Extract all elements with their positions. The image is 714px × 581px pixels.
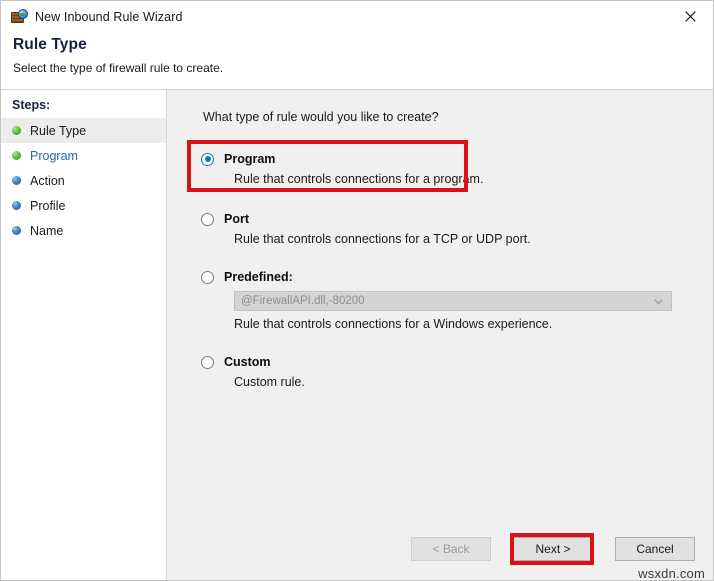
step-bullet-icon	[12, 126, 21, 135]
rule-type-options: Program Rule that controls connections f…	[187, 150, 697, 389]
option-description: Rule that controls connections for a pro…	[234, 172, 697, 186]
step-bullet-icon	[12, 176, 21, 185]
page-header: Rule Type Select the type of firewall ru…	[1, 32, 713, 89]
sidebar-item-rule-type[interactable]: Rule Type	[1, 118, 166, 143]
sidebar-item-name[interactable]: Name	[1, 218, 166, 243]
option-description: Rule that controls connections for a Win…	[234, 317, 697, 331]
window-title: New Inbound Rule Wizard	[35, 10, 183, 24]
steps-heading: Steps:	[1, 98, 166, 118]
option-description: Custom rule.	[234, 375, 697, 389]
firewall-wall-globe-icon	[11, 9, 27, 25]
option-title: Custom	[224, 355, 271, 369]
radio-program[interactable]	[201, 153, 214, 166]
chevron-down-icon	[654, 292, 663, 310]
option-title: Program	[224, 152, 275, 166]
next-button-wrap: Next >	[491, 537, 593, 561]
close-icon[interactable]	[667, 1, 713, 32]
page-subtitle: Select the type of firewall rule to crea…	[13, 61, 713, 75]
predefined-dropdown-value: @FirewallAPI.dll,-80200	[235, 295, 365, 307]
sidebar-item-label: Name	[30, 224, 63, 238]
button-bar: < Back Next > Cancel	[167, 536, 713, 562]
option-port[interactable]: Port Rule that controls connections for …	[187, 210, 697, 246]
predefined-dropdown[interactable]: @FirewallAPI.dll,-80200	[234, 291, 672, 311]
option-title: Port	[224, 212, 249, 226]
step-bullet-icon	[12, 226, 21, 235]
step-bullet-icon	[12, 151, 21, 160]
sidebar-item-label: Program	[30, 149, 78, 163]
sidebar-item-program[interactable]: Program	[1, 143, 166, 168]
option-program[interactable]: Program Rule that controls connections f…	[187, 150, 697, 186]
question-text: What type of rule would you like to crea…	[203, 110, 439, 124]
option-description: Rule that controls connections for a TCP…	[234, 232, 697, 246]
radio-custom[interactable]	[201, 356, 214, 369]
sidebar-item-label: Rule Type	[30, 124, 86, 138]
main-pane: What type of rule would you like to crea…	[167, 90, 713, 581]
option-title: Predefined:	[224, 270, 293, 284]
page-title: Rule Type	[13, 36, 713, 54]
sidebar-item-action[interactable]: Action	[1, 168, 166, 193]
radio-predefined[interactable]	[201, 271, 214, 284]
sidebar-item-label: Action	[30, 174, 65, 188]
title-bar: New Inbound Rule Wizard	[1, 1, 713, 32]
body: Steps: Rule Type Program Action Profile …	[1, 89, 713, 581]
next-button[interactable]: Next >	[513, 537, 593, 561]
wizard-window: New Inbound Rule Wizard Rule Type Select…	[0, 0, 714, 581]
sidebar-item-label: Profile	[30, 199, 65, 213]
option-predefined[interactable]: Predefined: @FirewallAPI.dll,-80200 Rule…	[187, 268, 697, 331]
radio-port[interactable]	[201, 213, 214, 226]
sidebar-item-profile[interactable]: Profile	[1, 193, 166, 218]
option-custom[interactable]: Custom Custom rule.	[187, 353, 697, 389]
step-bullet-icon	[12, 201, 21, 210]
watermark: wsxdn.com	[638, 566, 705, 581]
steps-sidebar: Steps: Rule Type Program Action Profile …	[1, 90, 167, 581]
back-button[interactable]: < Back	[411, 537, 491, 561]
cancel-button[interactable]: Cancel	[615, 537, 695, 561]
